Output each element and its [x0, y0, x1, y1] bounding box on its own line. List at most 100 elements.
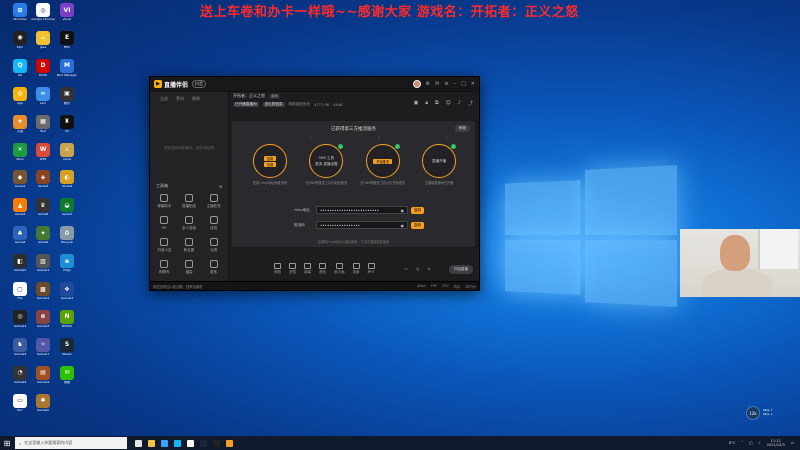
toolbox-item[interactable]: 更多: [202, 260, 225, 275]
desktop-icon[interactable]: ♻ Recycle: [55, 226, 79, 244]
desktop-icon[interactable]: ★ 小说: [8, 114, 32, 133]
qq-icon[interactable]: [174, 439, 181, 447]
desktop-icon[interactable]: ∞ Link: [31, 86, 55, 105]
volume-icon[interactable]: ♪: [759, 441, 761, 445]
live-companion-icon[interactable]: [226, 439, 233, 447]
desktop-icon[interactable]: ◈ Game3: [31, 170, 55, 188]
copy-rtmp-button[interactable]: 复制: [411, 206, 424, 214]
desktop-icon[interactable]: ✱ Game20: [31, 393, 55, 412]
toolbox-item[interactable]: 礼物: [202, 238, 225, 253]
window-icon[interactable]: ⧉: [435, 100, 439, 107]
desktop-icon[interactable]: Q QQ: [8, 58, 32, 77]
desktop-icon[interactable]: N NVIDIA: [55, 309, 79, 328]
chrome-icon[interactable]: [187, 439, 194, 447]
toolbox-item[interactable]: 主播任务: [202, 194, 225, 209]
settings-icon[interactable]: ⚙: [426, 81, 430, 87]
live-companion-window[interactable]: ▶ 直播伴侣 抖音 ⚙ ✉ ≡ – □ ✕ 全部 素材 摄像 你还没有添加素材，…: [149, 76, 480, 291]
desktop-icon[interactable]: ▭ Doc: [8, 393, 32, 412]
toolbox-item[interactable]: 抖音小店: [153, 238, 176, 253]
audience-icon[interactable]: ☺: [416, 267, 420, 271]
desktop-icon[interactable]: ▦ Tool: [31, 114, 55, 133]
screen-icon[interactable]: ▣: [414, 100, 419, 107]
toolbox-item[interactable]: 多人连线: [178, 216, 201, 231]
taskbar-search[interactable]: ⌕ 在这里输入你要搜索的内容: [15, 437, 127, 449]
desktop-icon[interactable]: ✉ 微信: [55, 365, 79, 384]
desktop-icon[interactable]: ◎ Game14: [8, 309, 32, 328]
rtmp-field[interactable]: ••••••••••••••••••••••••• ◉: [316, 206, 408, 214]
sidebar-tab-material[interactable]: 素材: [176, 96, 184, 102]
desktop-icon[interactable]: ♣ Game8: [8, 226, 32, 244]
desktop-icon[interactable]: ◐ Game4: [55, 170, 79, 188]
maximize-icon[interactable]: □: [461, 81, 466, 87]
desktop-icon[interactable]: e Edge: [55, 254, 79, 272]
minimize-icon[interactable]: –: [454, 81, 457, 87]
toolbox-item[interactable]: 购物车: [153, 260, 176, 275]
bottom-tool[interactable]: 美颜: [274, 263, 281, 275]
avatar[interactable]: [412, 80, 421, 88]
desktop-icon[interactable]: E EPIC: [55, 30, 79, 49]
sidebar-tab-camera[interactable]: 摄像: [192, 96, 200, 102]
desktop-icon[interactable]: ▢ File: [8, 282, 32, 300]
toolbox-item[interactable]: 福袋: [178, 260, 201, 275]
desktop-icon[interactable]: ◔ Game18: [8, 365, 32, 384]
desktop-icon[interactable]: ◎ Google Chrome: [31, 3, 55, 21]
desktop-icon[interactable]: VI Visual: [55, 3, 79, 21]
platform-badge[interactable]: 抖音: [192, 80, 207, 88]
sub-tag-1[interactable]: 送礼物信息: [262, 102, 285, 107]
desktop-icon[interactable]: ⚔ Game: [55, 142, 79, 161]
desktop-icon[interactable]: M Mod Manager: [55, 58, 79, 77]
desktop-icon[interactable]: ✦ Game9: [31, 226, 55, 244]
bottom-tool[interactable]: 滤镜: [289, 263, 296, 275]
toolbox-item[interactable]: 连线: [202, 216, 225, 231]
steam-icon[interactable]: [200, 439, 207, 447]
eye-icon[interactable]: ◉: [401, 208, 405, 213]
desktop-icon[interactable]: ♛ Game6: [31, 198, 55, 216]
bottom-tool[interactable]: 场景: [352, 263, 360, 275]
desktop-icon[interactable]: W WPS: [31, 142, 55, 161]
eye-icon[interactable]: ◉: [401, 223, 405, 228]
desktop-icon[interactable]: ◧ Game10: [8, 254, 32, 272]
desktop-icon[interactable]: ▣ 腾讯: [55, 86, 79, 105]
edge-icon[interactable]: [161, 439, 168, 447]
desktop-icon[interactable]: ◍ App: [8, 86, 32, 105]
sidebar-tab-all[interactable]: 全部: [160, 96, 168, 102]
desktop-icon[interactable]: ☕ Java: [31, 30, 55, 49]
people-icon[interactable]: ☺: [446, 100, 451, 107]
obs-icon[interactable]: [213, 439, 220, 447]
toolbox-settings-icon[interactable]: ◔: [219, 184, 223, 189]
desktop-icon[interactable]: ▤ Game19: [31, 365, 55, 384]
start-icon[interactable]: ⊞: [0, 436, 14, 450]
sub-tag-0[interactable]: 已开通直播间: [233, 102, 259, 107]
desktop-icon[interactable]: ◆ Game2: [8, 170, 32, 188]
toolbox-item[interactable]: 直播贴纸: [178, 194, 201, 209]
settings-icon[interactable]: ⚙: [427, 267, 430, 271]
bottom-tool[interactable]: 音效: [319, 263, 326, 275]
bottom-tool[interactable]: 绿幕: [304, 263, 311, 275]
desktop-icon[interactable]: ◉ Epic: [8, 30, 32, 49]
weather-text[interactable]: 8°C: [729, 441, 735, 445]
desktop-icon[interactable]: ◒ Game7: [55, 198, 79, 216]
toolbox-item[interactable]: 弹幕助手: [153, 194, 176, 209]
desktop-icon[interactable]: ❖ Game13: [55, 282, 79, 300]
toolbox-item[interactable]: 粉丝团: [178, 238, 201, 253]
desktop-icon[interactable]: ♜ Qt: [55, 114, 79, 133]
lock-icon[interactable]: 🔒︎: [425, 100, 428, 107]
bottom-tool[interactable]: 画中画: [334, 263, 345, 275]
task-view-icon[interactable]: [135, 439, 142, 447]
desktop-icon[interactable]: ✕ Xbox: [8, 142, 32, 161]
desktop-icon[interactable]: D DOTA: [31, 58, 55, 77]
notification-icon[interactable]: ▭: [791, 441, 794, 445]
desktop-icon[interactable]: S Steam: [55, 337, 79, 356]
share-icon[interactable]: ⤴: [468, 100, 473, 107]
category-tag[interactable]: 游戏: [269, 93, 281, 99]
close-icon[interactable]: ✕: [471, 81, 475, 87]
menu-icon[interactable]: ≡: [444, 81, 448, 87]
toolbox-item[interactable]: PK: [153, 216, 176, 231]
desktop-icon[interactable]: ▩ Game12: [31, 282, 55, 300]
stream-key-field[interactable]: ••••••••••••••••• ◉: [316, 221, 408, 229]
message-icon[interactable]: ✉: [435, 81, 439, 87]
desktop-icon[interactable]: ▲ Game5: [8, 198, 32, 216]
desktop-icon[interactable]: ♞ Game16: [8, 337, 32, 356]
desktop-icon[interactable]: ✧ Game17: [31, 337, 55, 356]
desktop-icon[interactable]: ⊗ Game15: [31, 309, 55, 328]
